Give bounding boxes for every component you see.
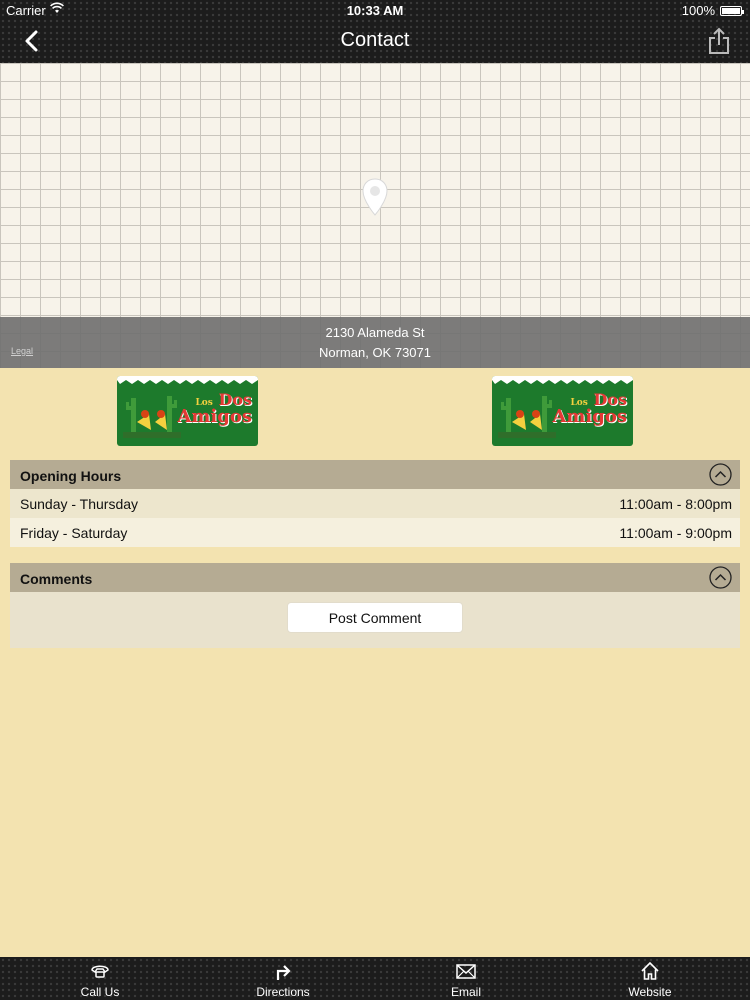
logo-text: Los Dos Amigos [177,390,252,427]
collapse-chevron-icon[interactable] [709,566,732,589]
tab-website[interactable]: Website [590,957,710,1000]
tab-label: Email [450,985,481,999]
map-pin-icon[interactable] [361,177,389,217]
banner-fringe [117,376,258,384]
hours-time: 11:00am - 9:00pm [619,525,732,541]
status-bar: Carrier 10:33 AM 100% [0,0,750,20]
legal-link[interactable]: Legal [11,346,33,356]
home-icon [641,961,659,980]
top-bar: Carrier 10:33 AM 100% Contact [0,0,750,63]
banner-fringe [492,376,633,384]
clock: 10:33 AM [346,3,404,18]
envelope-icon [456,964,476,979]
comments-title: Comments [20,571,93,587]
directions-arrow-icon [276,965,291,980]
battery-indicator: 100% [681,3,744,18]
logo-text: Los Dos Amigos [552,390,627,427]
share-button[interactable] [706,26,732,56]
address-line-2: Norman, OK 73071 [318,345,431,360]
tab-directions[interactable]: Directions [223,957,343,1000]
address-band: 2130 Alameda St Norman, OK 73071 Legal [0,317,750,368]
address-line-1: 2130 Alameda St [325,325,425,340]
post-comment-button[interactable]: Post Comment [287,602,463,633]
tab-label: Call Us [80,985,120,999]
cactus-art-icon [498,396,556,438]
share-icon [709,27,729,54]
hours-time: 11:00am - 8:00pm [619,496,732,512]
comments-header[interactable]: Comments [10,563,740,592]
comments-body: Post Comment [10,592,740,648]
map-view[interactable]: 2130 Alameda St Norman, OK 73071 Legal [0,63,750,368]
tab-email[interactable]: Email [406,957,526,1000]
tab-call-us[interactable]: Call Us [40,957,160,1000]
restaurant-logo: Los Dos Amigos [492,376,633,446]
hours-row: Friday - Saturday 11:00am - 9:00pm [10,518,740,547]
collapse-chevron-icon[interactable] [709,463,732,486]
hours-row: Sunday - Thursday 11:00am - 8:00pm [10,489,740,518]
opening-hours-title: Opening Hours [20,468,122,484]
battery-icon [720,5,744,16]
tab-label: Website [628,985,672,999]
battery-percent: 100% [681,3,715,18]
tab-label: Directions [256,985,310,999]
phone-icon [91,965,109,978]
restaurant-logo: Los Dos Amigos [117,376,258,446]
hours-day: Sunday - Thursday [20,496,139,512]
page-title: Contact [340,29,410,51]
cactus-art-icon [123,396,181,438]
bottom-tab-bar: Call Us Directions Email Website [0,957,750,1000]
hours-day: Friday - Saturday [20,525,128,541]
opening-hours-header[interactable]: Opening Hours [10,460,740,489]
